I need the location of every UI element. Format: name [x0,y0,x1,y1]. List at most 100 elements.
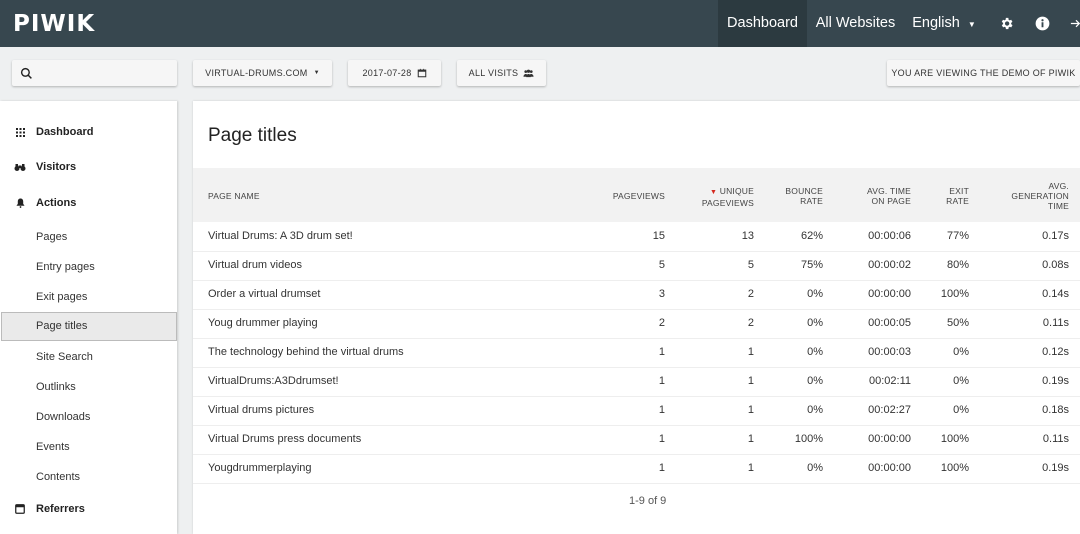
cell-pageviews: 3 [658,288,665,300]
search-icon [20,67,32,79]
column-header-label: AVG. [1048,181,1069,191]
column-header-exit-rate[interactable]: EXIT RATE [946,186,969,206]
column-header-page-name[interactable]: PAGE NAME [208,191,260,201]
sidebar-item-label: Entry pages [36,261,95,273]
caret-down-icon: ▼ [313,70,320,76]
sidebar-category-dashboard[interactable]: Dashboard [0,120,177,144]
sidebar-category-label: Actions [36,197,77,209]
sidebar-item-label: Outlinks [36,381,76,393]
info-icon[interactable] [1032,13,1052,33]
cell-generation-time: 0.19s [1042,462,1069,474]
cell-unique-pageviews: 1 [747,433,754,445]
search-input[interactable] [12,60,177,86]
table-row[interactable]: Yougdrummerplaying 1 1 0% 00:00:00 100% … [193,454,1080,484]
sidebar-item-label: Events [36,441,70,453]
cell-avg-time: 00:00:02 [868,259,911,271]
sidebar-item-events[interactable]: Events [0,434,177,460]
site-selector-label: VIRTUAL-DRUMS.COM [205,68,308,78]
table-row[interactable]: The technology behind the virtual drums … [193,338,1080,368]
sidebar-category-visitors[interactable]: Visitors [0,155,177,179]
column-header-label: RATE [946,196,969,206]
site-selector[interactable]: VIRTUAL-DRUMS.COM ▼ [193,60,332,86]
cell-page-name: VirtualDrums:A3Ddrumset! [208,375,339,387]
sidebar-item-label: Contents [36,471,81,483]
column-header-label: BOUNCE [785,186,823,196]
table-row[interactable]: Youg drummer playing 2 2 0% 00:00:05 50%… [193,309,1080,339]
piwik-logo[interactable]: PIWIK [13,11,95,37]
binoculars-icon [14,161,26,173]
logout-icon[interactable] [1066,13,1080,33]
sidebar-category-actions[interactable]: Actions [0,191,177,215]
sidebar-item-entry-pages[interactable]: Entry pages [0,254,177,280]
column-header-pageviews[interactable]: PAGEVIEWS [613,191,665,201]
sidebar-item-contents[interactable]: Contents [0,464,177,490]
column-header-label: UNIQUE [719,186,754,196]
table-row[interactable]: Virtual drums pictures 1 1 0% 00:02:27 0… [193,396,1080,426]
cell-avg-time: 00:02:27 [868,404,911,416]
cell-pageviews: 2 [658,317,665,329]
segment-selector-label: ALL VISITS [468,68,519,78]
column-header-avg-time[interactable]: AVG. TIME ON PAGE [867,186,911,206]
cell-generation-time: 0.14s [1042,288,1069,300]
sidebar-item-page-titles[interactable]: Page titles [1,312,177,341]
sidebar-item-site-search[interactable]: Site Search [0,344,177,370]
table-row[interactable]: Virtual drum videos 5 5 75% 00:00:02 80%… [193,251,1080,281]
table-row[interactable]: VirtualDrums:A3Ddrumset! 1 1 0% 00:02:11… [193,367,1080,397]
sidebar-item-label: Site Search [36,351,93,363]
sidebar-item-pages[interactable]: Pages [0,224,177,250]
cell-bounce-rate: 0% [807,288,823,300]
cell-unique-pageviews: 2 [747,317,754,329]
cell-exit-rate: 0% [953,404,969,416]
sidebar-menu: Dashboard Visitors Actions Pages Entry p… [0,101,177,534]
sidebar-item-outlinks[interactable]: Outlinks [0,374,177,400]
cell-bounce-rate: 0% [807,404,823,416]
sidebar-item-exit-pages[interactable]: Exit pages [0,284,177,310]
table-row[interactable]: Virtual Drums press documents 1 1 100% 0… [193,425,1080,455]
sidebar-item-label: Downloads [36,411,91,423]
top-navigation-bar: PIWIK Dashboard All Websites English ▼ [0,0,1080,47]
gear-icon[interactable] [996,13,1016,33]
pagination-label: 1-9 of 9 [629,495,667,507]
sidebar-item-downloads[interactable]: Downloads [0,404,177,430]
sidebar-category-referrers[interactable]: Referrers [0,497,177,521]
cell-generation-time: 0.19s [1042,375,1069,387]
cell-pageviews: 1 [658,375,665,387]
date-selector[interactable]: 2017-07-28 [348,60,441,86]
cell-pageviews: 1 [658,404,665,416]
cell-exit-rate: 0% [953,375,969,387]
sort-descending-icon: ▼ [710,189,718,196]
column-header-bounce-rate[interactable]: BOUNCE RATE [785,186,823,206]
date-selector-label: 2017-07-28 [362,68,412,78]
cell-page-name: Order a virtual drumset [208,288,321,300]
cell-unique-pageviews: 13 [741,230,754,242]
cell-generation-time: 0.11s [1042,433,1069,445]
segment-selector[interactable]: ALL VISITS [457,60,546,86]
cell-page-name: Youg drummer playing [208,317,318,329]
table-row[interactable]: Order a virtual drumset 3 2 0% 00:00:00 … [193,280,1080,310]
cell-page-name: Virtual Drums press documents [208,433,362,445]
cell-pageviews: 1 [658,346,665,358]
cell-bounce-rate: 100% [794,433,823,445]
column-header-avg-generation-time[interactable]: AVG. GENERATION TIME [1011,181,1069,211]
column-header-label: GENERATION [1011,191,1069,201]
language-selector[interactable]: English ▼ [904,0,984,47]
cell-page-name: Virtual drums pictures [208,404,315,416]
cell-unique-pageviews: 5 [747,259,754,271]
column-header-label: PAGEVIEWS [701,198,754,208]
table-header: PAGE NAME PAGEVIEWS ▼ UNIQUE PAGEVIEWS B… [193,168,1080,222]
column-header-label: RATE [800,196,823,206]
sidebar-category-label: Visitors [36,161,77,173]
cell-unique-pageviews: 1 [747,404,754,416]
nav-dashboard[interactable]: Dashboard [718,0,807,47]
column-header-label: TIME [1047,201,1069,211]
cell-page-name: Virtual Drums: A 3D drum set! [208,230,353,242]
cell-unique-pageviews: 1 [747,375,754,387]
cell-avg-time: 00:00:00 [868,288,911,300]
bell-icon [14,197,26,209]
report-title: Page titles [208,125,297,146]
cell-generation-time: 0.18s [1042,404,1069,416]
nav-all-websites[interactable]: All Websites [807,0,904,47]
column-header-unique-pageviews[interactable]: ▼ UNIQUE PAGEVIEWS [702,186,754,208]
cell-pageviews: 5 [658,259,665,271]
table-row[interactable]: Virtual Drums: A 3D drum set! 15 13 62% … [193,222,1080,252]
